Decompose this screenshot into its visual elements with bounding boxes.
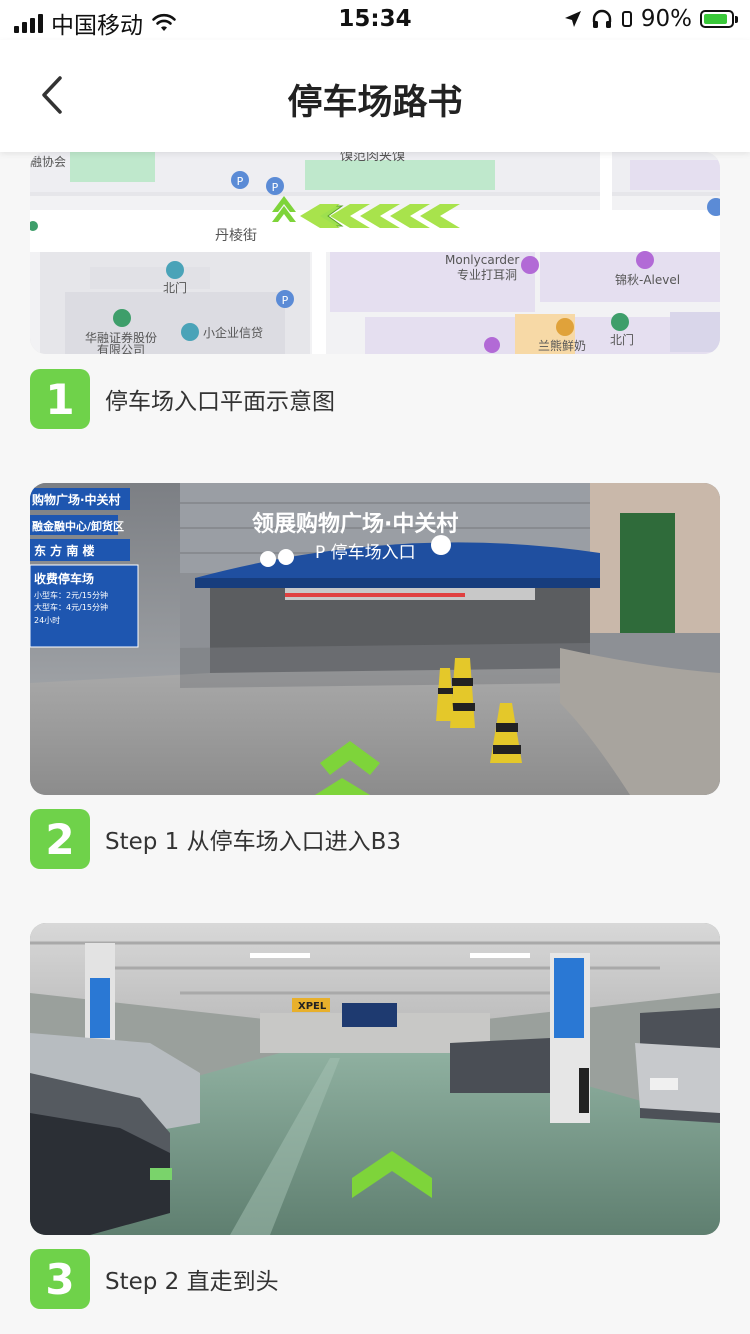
battery-icon (700, 10, 738, 28)
rotation-lock-icon (621, 11, 632, 27)
map-label-gate-left: 北门 (163, 280, 187, 295)
step-label: Step 1 从停车场入口进入B3 (105, 829, 402, 855)
fee-sign-small: 小型车：2元/15分钟 (34, 590, 108, 600)
dir-sign-1: 购物广场·中关村 (32, 492, 121, 507)
step-number-badge: 2 (30, 809, 90, 869)
map-label-shop1: Monlycarder (445, 253, 519, 267)
step-3: 3 Step 2 直走到头 (30, 1249, 279, 1309)
garage-photo[interactable]: XPEL (30, 923, 720, 1235)
entrance-photo-canvas: 购物广场·中关村 融金融中心/卸货区 东 方 南 楼 收费停车场 小型车：2元/… (30, 483, 720, 795)
mall-sign: 领展购物广场·中关村 (252, 511, 458, 537)
step-number-badge: 1 (30, 369, 90, 429)
garage-photo-canvas: XPEL (30, 923, 720, 1235)
svg-text:P: P (282, 294, 289, 307)
svg-text:P: P (237, 175, 244, 188)
dir-sign-3: 东 方 南 楼 (34, 543, 95, 558)
nav-bar: 停车场路书 (0, 40, 750, 152)
map-label-shop3: 兰熊鲜奶 (538, 338, 586, 353)
step-1: 1 停车场入口平面示意图 (30, 369, 335, 429)
map-label-company2: 小企业信贷 (203, 325, 263, 340)
fee-sign-hours: 24小时 (34, 615, 60, 625)
map-label-shop2: 锦秋-Alevel (615, 273, 680, 287)
entrance-map[interactable]: P P P 馍范肉夹馍 融协会 丹棱街 北门 Monlycarder 专业打耳洞… (30, 152, 720, 354)
entrance-sign: P 停车场入口 (315, 543, 416, 563)
svg-text:P: P (272, 181, 279, 194)
map-label-company1b: 有限公司 (97, 343, 145, 354)
garage-sign: XPEL (298, 1001, 327, 1012)
dir-sign-2: 融金融中心/卸货区 (32, 519, 124, 533)
location-arrow-icon (564, 11, 581, 27)
entrance-photo[interactable]: 购物广场·中关村 融金融中心/卸货区 东 方 南 楼 收费停车场 小型车：2元/… (30, 483, 720, 795)
step-2: 2 Step 1 从停车场入口进入B3 (30, 809, 401, 869)
page-title: 停车场路书 (287, 83, 463, 123)
fee-sign-large: 大型车：4元/15分钟 (34, 602, 108, 612)
headphones-icon (592, 9, 612, 28)
map-label-shop1b: 专业打耳洞 (457, 267, 517, 282)
map-label-street: 丹棱街 (215, 228, 257, 244)
step-number-badge: 3 (30, 1249, 90, 1309)
step-label: 停车场入口平面示意图 (105, 389, 335, 415)
map-canvas: P P P 馍范肉夹馍 融协会 丹棱街 北门 Monlycarder 专业打耳洞… (30, 152, 720, 354)
fee-sign-title: 收费停车场 (34, 571, 94, 586)
battery-percent: 90% (640, 6, 692, 32)
status-bar: 中国移动 15:34 90% (0, 0, 750, 40)
map-label-poi-topleft: 融协会 (30, 154, 66, 169)
map-label-poi-top: 馍范肉夹馍 (340, 152, 405, 164)
map-label-gate-right: 北门 (610, 332, 634, 347)
step-label: Step 2 直走到头 (105, 1269, 279, 1295)
